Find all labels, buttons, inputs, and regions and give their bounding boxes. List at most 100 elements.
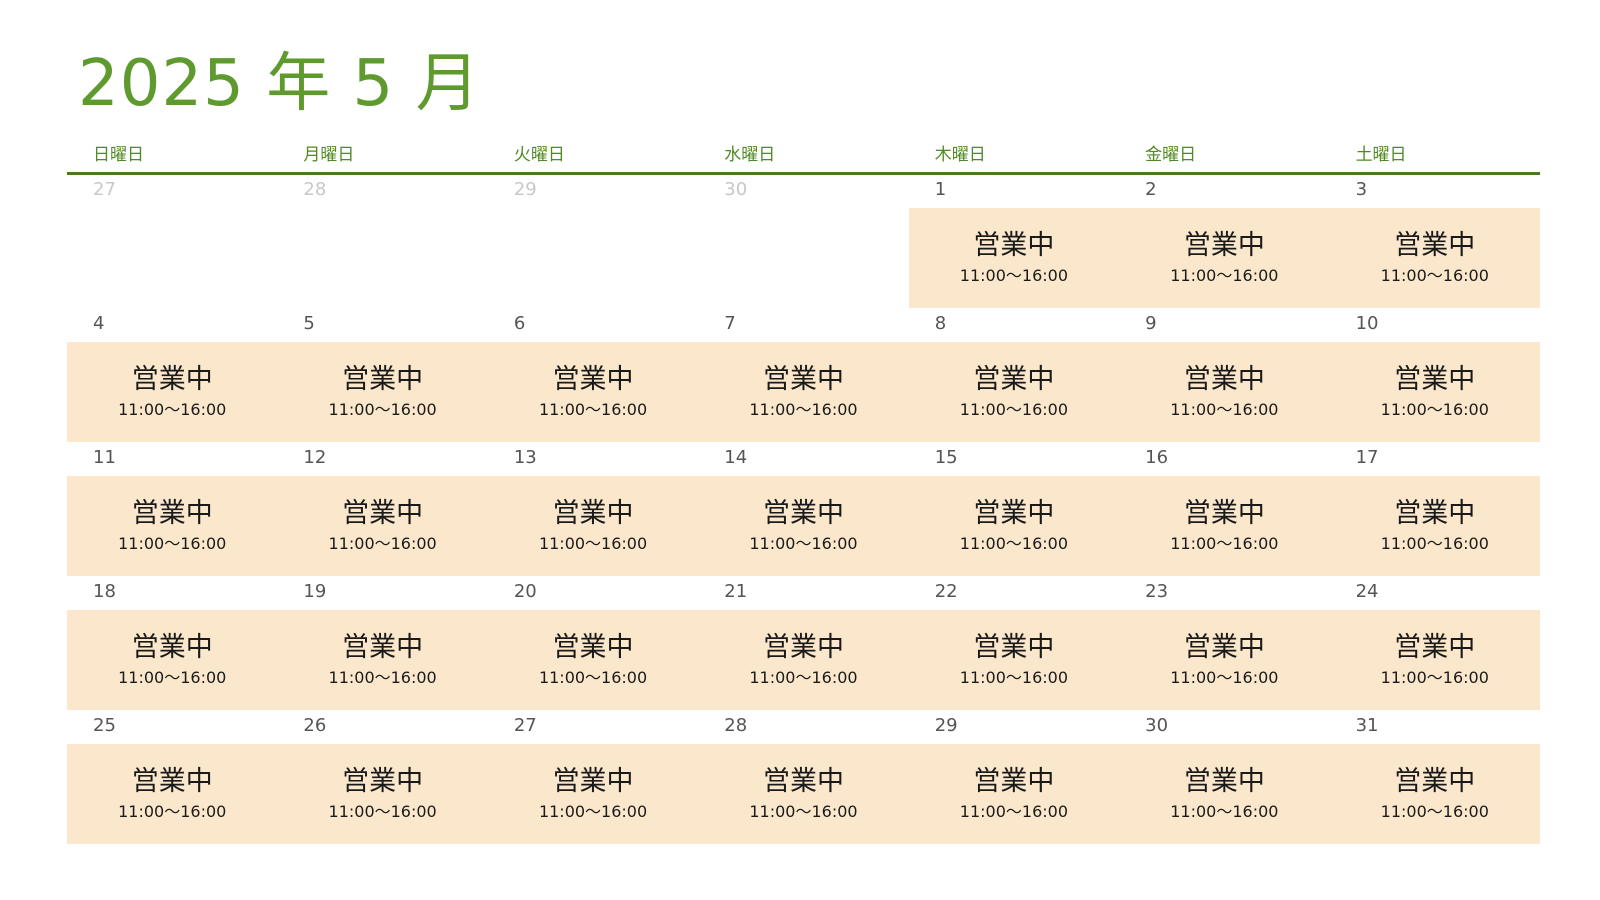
calendar-day[interactable]: 22 営業中 11:00〜16:00 — [908, 577, 1120, 711]
day-number: 28 — [724, 715, 748, 736]
calendar-week: 25 営業中 11:00〜16:00 26 営業中 11:00〜16:00 27 営業中 11:… — [67, 711, 1540, 845]
day-number: 2 — [1145, 179, 1157, 200]
page-title: 2025 年 5 月 — [78, 47, 481, 121]
calendar-day[interactable]: 23 営業中 11:00〜16:00 — [1119, 577, 1330, 711]
calendar-day[interactable]: 20 営業中 11:00〜16:00 — [487, 577, 699, 711]
day-number: 31 — [1355, 715, 1379, 736]
open-status-label: 営業中 — [1183, 364, 1265, 395]
calendar-day[interactable]: 15 営業中 11:00〜16:00 — [908, 443, 1120, 577]
open-status-block: 営業中 11:00〜16:00 — [908, 476, 1120, 576]
open-status-block: 営業中 11:00〜16:00 — [698, 610, 909, 710]
day-number: 23 — [1145, 581, 1169, 602]
calendar-day[interactable]: 21 営業中 11:00〜16:00 — [698, 577, 909, 711]
open-hours: 11:00〜16:00 — [749, 534, 858, 553]
day-number: 22 — [934, 581, 958, 602]
calendar-week: 11 営業中 11:00〜16:00 12 営業中 11:00〜16:00 13 営業中 11:… — [67, 443, 1540, 577]
calendar-day[interactable]: 25 営業中 11:00〜16:00 — [67, 711, 278, 845]
open-status-label: 営業中 — [762, 498, 844, 529]
calendar-day[interactable]: 12 営業中 11:00〜16:00 — [277, 443, 488, 577]
calendar-day[interactable]: 17 営業中 11:00〜16:00 — [1329, 443, 1540, 577]
open-status-block: 営業中 11:00〜16:00 — [487, 610, 699, 710]
calendar-day[interactable]: 9 営業中 11:00〜16:00 — [1119, 309, 1330, 443]
open-status-block: 営業中 11:00〜16:00 — [698, 476, 909, 576]
calendar-day[interactable]: 24 営業中 11:00〜16:00 — [1329, 577, 1540, 711]
weekday-saturday: 土曜日 — [1355, 145, 1407, 165]
day-number: 19 — [303, 581, 327, 602]
calendar-day[interactable]: 31 営業中 11:00〜16:00 — [1329, 711, 1540, 845]
calendar-day[interactable]: 26 営業中 11:00〜16:00 — [277, 711, 488, 845]
calendar-day[interactable]: 5 営業中 11:00〜16:00 — [277, 309, 488, 443]
open-status-block: 営業中 11:00〜16:00 — [487, 476, 699, 576]
calendar-day[interactable]: 11 営業中 11:00〜16:00 — [67, 443, 278, 577]
calendar-day[interactable]: 28 営業中 11:00〜16:00 — [698, 711, 909, 845]
calendar-day[interactable]: 14 営業中 11:00〜16:00 — [698, 443, 909, 577]
calendar-day[interactable]: 18 営業中 11:00〜16:00 — [67, 577, 278, 711]
day-number: 4 — [93, 313, 105, 334]
calendar-day-other-month[interactable]: 27 — [67, 175, 277, 309]
open-hours: 11:00〜16:00 — [749, 400, 858, 419]
open-hours: 11:00〜16:00 — [118, 668, 227, 687]
calendar-day-other-month[interactable]: 28 — [277, 175, 487, 309]
open-status-label: 営業中 — [1183, 632, 1265, 663]
calendar-day-other-month[interactable]: 30 — [698, 175, 908, 309]
open-status-block: 営業中 11:00〜16:00 — [908, 610, 1120, 710]
open-status-block: 営業中 11:00〜16:00 — [487, 342, 699, 442]
calendar-day[interactable]: 27 営業中 11:00〜16:00 — [487, 711, 699, 845]
open-hours: 11:00〜16:00 — [1380, 802, 1489, 821]
open-hours: 11:00〜16:00 — [959, 266, 1069, 285]
day-number: 27 — [93, 179, 116, 200]
calendar-day[interactable]: 10 営業中 11:00〜16:00 — [1329, 309, 1540, 443]
weekday-sunday: 日曜日 — [93, 145, 144, 165]
calendar-day[interactable]: 4 営業中 11:00〜16:00 — [67, 309, 278, 443]
open-hours: 11:00〜16:00 — [118, 802, 227, 821]
open-hours: 11:00〜16:00 — [538, 802, 648, 821]
calendar-day[interactable]: 29 営業中 11:00〜16:00 — [908, 711, 1120, 845]
day-number: 12 — [303, 447, 327, 468]
open-hours: 11:00〜16:00 — [328, 534, 437, 553]
open-status-block: 営業中 11:00〜16:00 — [1119, 476, 1330, 576]
open-status-label: 営業中 — [1394, 766, 1476, 797]
open-status-label: 営業中 — [1183, 766, 1265, 797]
calendar-day[interactable]: 3 営業中 11:00〜16:00 — [1329, 175, 1540, 309]
open-status-block: 営業中 11:00〜16:00 — [67, 476, 278, 576]
open-status-label: 営業中 — [552, 632, 634, 663]
open-hours: 11:00〜16:00 — [328, 668, 437, 687]
open-status-block: 営業中 11:00〜16:00 — [1329, 208, 1540, 308]
day-number: 13 — [513, 447, 537, 468]
open-status-block: 営業中 11:00〜16:00 — [1329, 476, 1540, 576]
open-status-label: 営業中 — [973, 364, 1055, 395]
open-status-label: 営業中 — [973, 766, 1055, 797]
open-hours: 11:00〜16:00 — [959, 802, 1069, 821]
calendar-day-other-month[interactable]: 29 — [488, 175, 698, 309]
day-number: 26 — [303, 715, 327, 736]
open-status-block: 営業中 11:00〜16:00 — [277, 744, 488, 844]
open-hours: 11:00〜16:00 — [1380, 534, 1489, 553]
open-status-label: 営業中 — [1183, 230, 1265, 261]
day-number: 30 — [724, 179, 748, 200]
open-status-block: 営業中 11:00〜16:00 — [277, 610, 488, 710]
calendar-day[interactable]: 13 営業中 11:00〜16:00 — [487, 443, 699, 577]
day-number: 28 — [303, 179, 327, 200]
open-status-label: 営業中 — [552, 364, 634, 395]
open-status-label: 営業中 — [973, 230, 1055, 261]
calendar-day[interactable]: 8 営業中 11:00〜16:00 — [908, 309, 1120, 443]
open-hours: 11:00〜16:00 — [328, 400, 437, 419]
weekday-thursday: 木曜日 — [934, 145, 986, 165]
calendar-day[interactable]: 16 営業中 11:00〜16:00 — [1119, 443, 1330, 577]
weekday-monday: 月曜日 — [303, 145, 355, 165]
calendar-day[interactable]: 2 営業中 11:00〜16:00 — [1119, 175, 1330, 309]
open-status-block: 営業中 11:00〜16:00 — [1119, 342, 1330, 442]
calendar-day[interactable]: 19 営業中 11:00〜16:00 — [277, 577, 488, 711]
open-status-label: 営業中 — [552, 498, 634, 529]
calendar-page: 2025 年 5 月 日曜日 月曜日 火曜日 水曜日 木曜日 金曜日 土曜日 2… — [0, 0, 1600, 900]
weekday-friday: 金曜日 — [1145, 145, 1197, 165]
day-number: 16 — [1145, 447, 1169, 468]
open-hours: 11:00〜16:00 — [1380, 266, 1489, 285]
open-status-block: 営業中 11:00〜16:00 — [1119, 744, 1330, 844]
calendar-day[interactable]: 30 営業中 11:00〜16:00 — [1119, 711, 1330, 845]
calendar-day[interactable]: 1 営業中 11:00〜16:00 — [908, 175, 1120, 309]
open-status-label: 営業中 — [342, 498, 424, 529]
open-status-block: 営業中 11:00〜16:00 — [1329, 610, 1540, 710]
calendar-day[interactable]: 6 営業中 11:00〜16:00 — [487, 309, 699, 443]
calendar-day[interactable]: 7 営業中 11:00〜16:00 — [698, 309, 909, 443]
